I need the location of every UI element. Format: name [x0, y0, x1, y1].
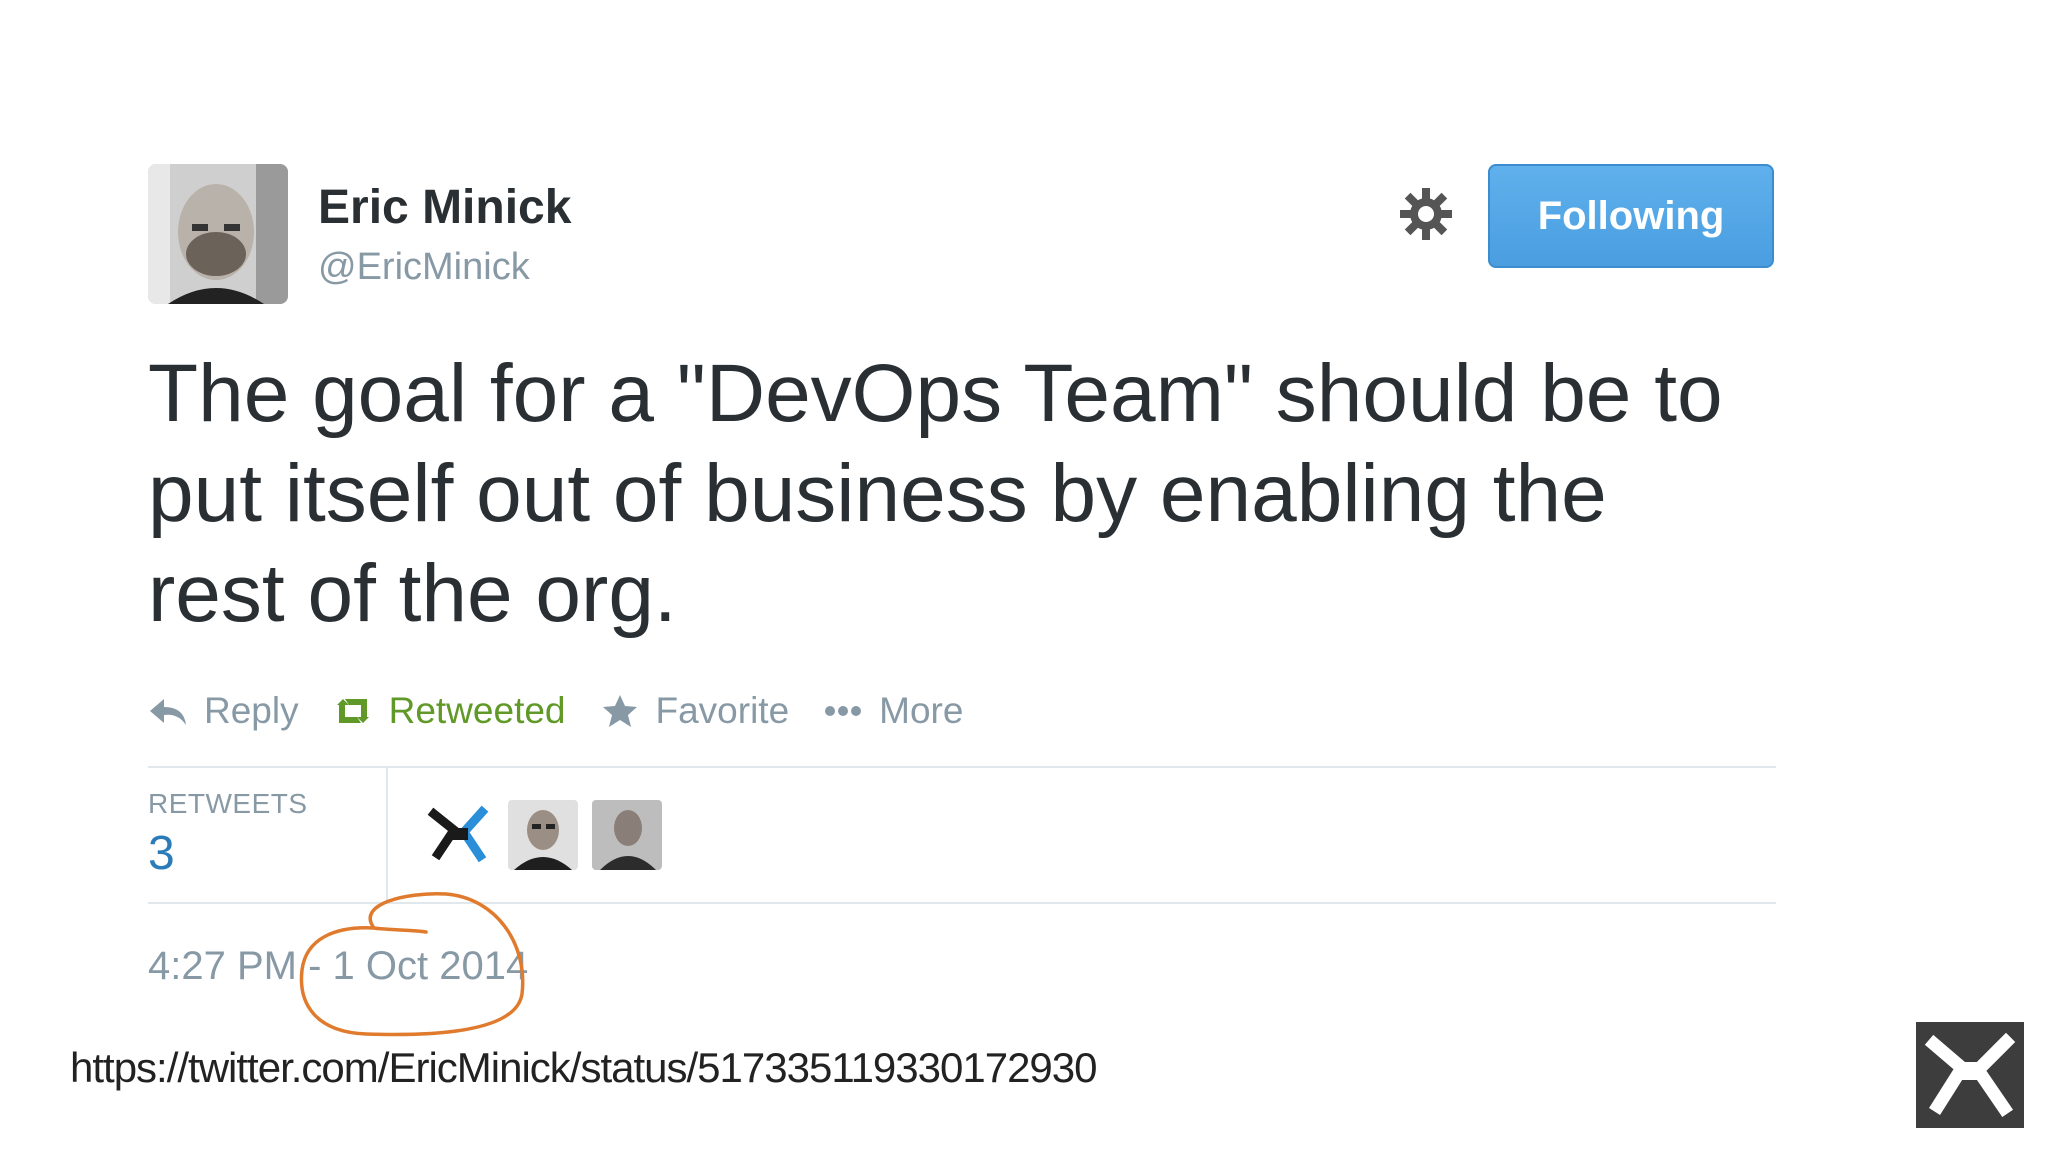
divider-bottom	[148, 902, 1776, 904]
tweet-text: The goal for a "DevOps Team" should be t…	[148, 348, 1723, 639]
retweeter-avatar-logo[interactable]	[424, 800, 494, 870]
divider-top	[148, 766, 1776, 768]
reply-button[interactable]: Reply	[148, 690, 299, 732]
tweet-timestamp[interactable]: 4:27 PM - 1 Oct 2014	[148, 944, 528, 989]
more-button[interactable]: More	[823, 690, 963, 732]
retweet-icon	[333, 693, 373, 729]
brand-logo	[1916, 1022, 2024, 1128]
ellipsis-icon	[823, 693, 863, 729]
reply-icon	[148, 693, 188, 729]
star-icon	[600, 693, 640, 729]
favorite-button[interactable]: Favorite	[600, 690, 790, 732]
more-label: More	[879, 690, 964, 731]
retweeter-avatar-2[interactable]	[508, 800, 578, 870]
retweet-button[interactable]: Retweeted	[333, 690, 566, 732]
retweets-label: RETWEETS	[148, 788, 308, 819]
author-name[interactable]: Eric Minick	[318, 180, 571, 235]
author-avatar[interactable]	[148, 164, 288, 304]
retweet-label: Retweeted	[388, 690, 566, 731]
following-button[interactable]: Following	[1488, 164, 1774, 268]
tweet-card: Eric Minick @EricMinick Following The go…	[0, 0, 2048, 1152]
gear-icon[interactable]	[1396, 184, 1456, 244]
tweet-actions: Reply Retweeted Favorite More	[148, 686, 997, 736]
favorite-label: Favorite	[655, 690, 790, 731]
retweets-count[interactable]: 3	[148, 826, 175, 881]
author-handle[interactable]: @EricMinick	[318, 246, 530, 289]
stats-divider	[386, 768, 388, 904]
retweeter-avatar-3[interactable]	[592, 800, 662, 870]
source-url[interactable]: https://twitter.com/EricMinick/status/51…	[70, 1044, 1098, 1092]
retweeter-avatars	[424, 800, 676, 870]
reply-label: Reply	[204, 690, 299, 731]
